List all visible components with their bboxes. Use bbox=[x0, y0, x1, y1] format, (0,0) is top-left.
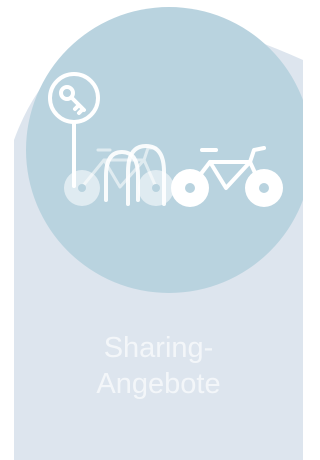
tile-label-line2: Angebote bbox=[96, 368, 221, 400]
tile-label: Sharing- Angebote bbox=[14, 330, 303, 402]
bike-sharing-icon bbox=[48, 72, 283, 207]
sharing-tile[interactable]: Sharing- Angebote bbox=[14, 0, 303, 460]
tile-label-line1: Sharing- bbox=[103, 332, 214, 364]
